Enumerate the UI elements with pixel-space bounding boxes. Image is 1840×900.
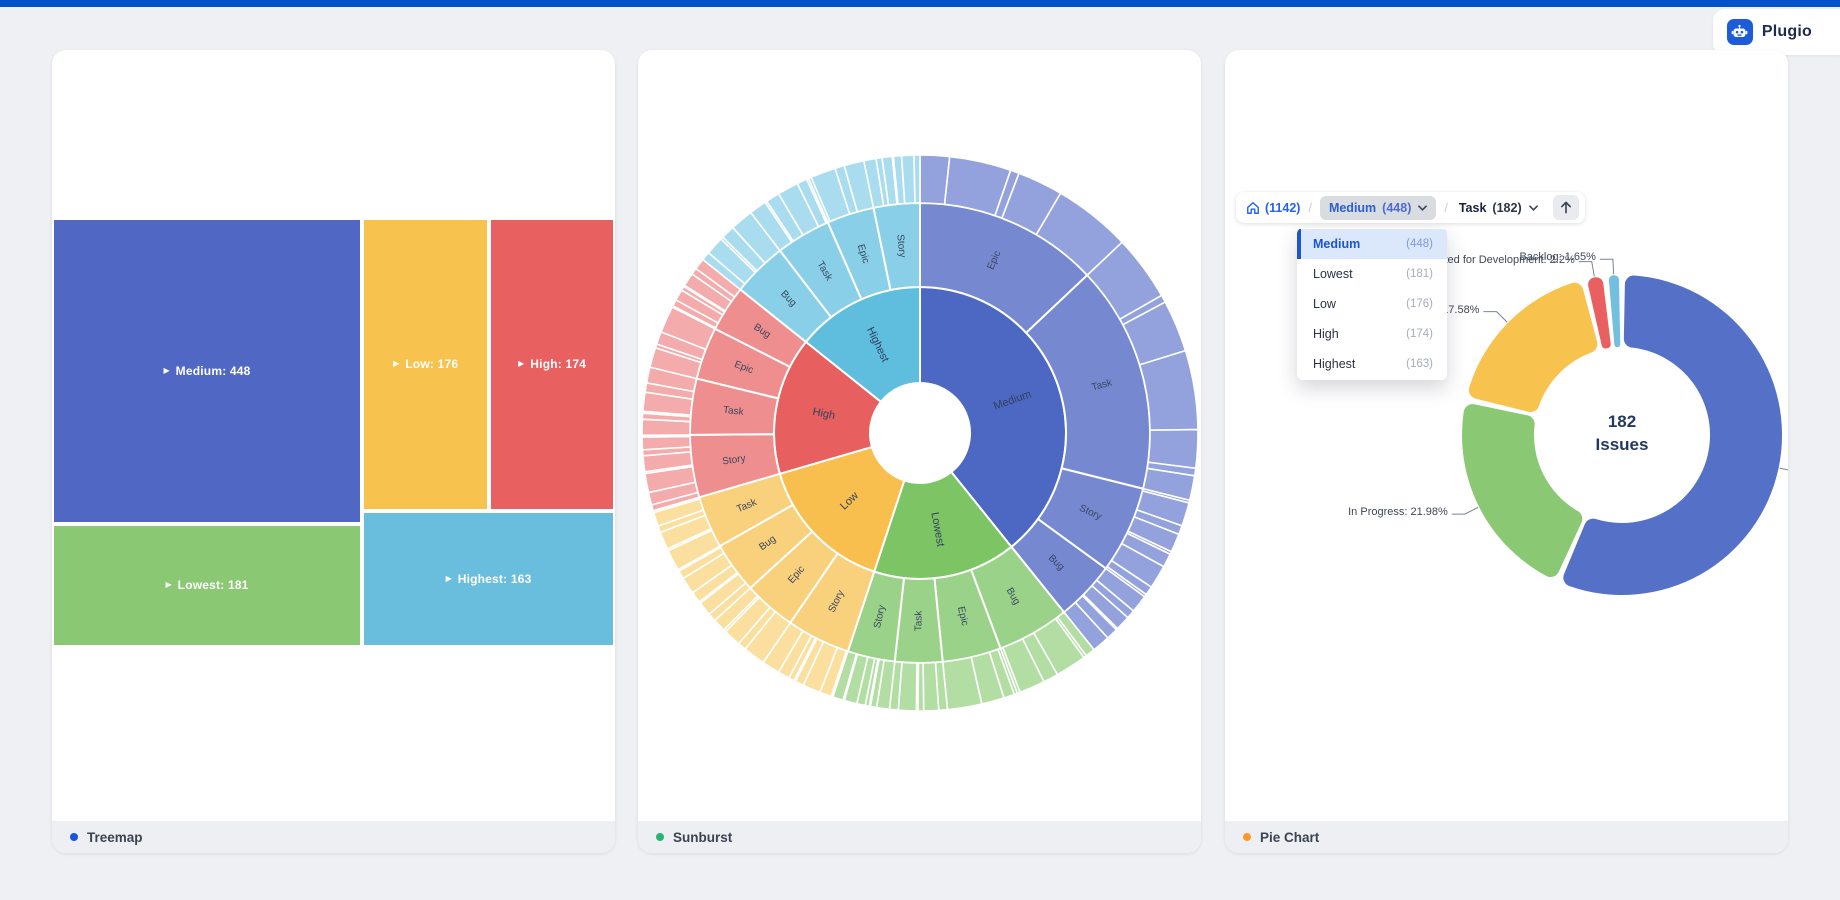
pie-slice-label: Backlog: 1.65% — [1519, 251, 1596, 264]
drill-up-button[interactable] — [1552, 195, 1579, 220]
pie-label-line — [1451, 506, 1479, 515]
chevron-down-icon — [1528, 204, 1538, 211]
breadcrumb-home[interactable]: (1142) — [1246, 201, 1300, 215]
sunburst-leaf[interactable] — [922, 661, 940, 712]
treemap-node-label: Lowest: 181 — [177, 578, 249, 593]
pie-card-footer: Pie Chart — [1225, 821, 1788, 853]
pie-card: 182 Issues To Do: 56.59%In Progress: 21.… — [1225, 50, 1788, 853]
pie-label-line — [1779, 467, 1788, 471]
pie-slice-done[interactable] — [1468, 282, 1598, 412]
sunburst-type-label: Task — [913, 610, 924, 632]
arrow-up-icon — [1560, 201, 1571, 214]
treemap-node-label: Low: 176 — [405, 357, 459, 372]
plugio-logo-icon — [1726, 19, 1753, 45]
pie-center-unit: Issues — [1595, 434, 1649, 454]
priority-dropdown: Medium (448) Lowest (181) Low (176) High (174) H… — [1297, 228, 1447, 380]
brand-badge[interactable]: Plugio — [1712, 9, 1840, 55]
treemap-legend-dot — [70, 833, 78, 841]
expand-arrow-icon: ▶ — [165, 580, 172, 590]
sunburst-legend-dot — [656, 833, 664, 841]
pie-chart — [1451, 258, 1788, 596]
breadcrumb-type-label: Task — [1458, 200, 1487, 215]
pie-label-line — [1599, 258, 1615, 275]
treemap-node-low[interactable]: ▶ Low: 176 — [364, 220, 488, 509]
treemap-card-footer: Treemap — [52, 821, 615, 853]
breadcrumb-type-count: (182) — [1492, 200, 1522, 215]
sunburst-leaf[interactable] — [900, 154, 916, 205]
expand-arrow-icon: ▶ — [445, 573, 452, 583]
treemap-card: ▶ Medium: 448 ▶ Low: 176 ▶ High: 174 ▶ Lowest: … — [52, 50, 615, 853]
pie-center-label: 182 Issues — [1542, 411, 1702, 457]
top-accent-bar — [0, 0, 1840, 7]
dropdown-item-count: (174) — [1406, 328, 1433, 340]
treemap-node-label: Medium: 448 — [175, 363, 251, 378]
breadcrumb-priority-dropdown-trigger[interactable]: Medium (448) — [1319, 195, 1437, 220]
breadcrumb-separator: / — [1444, 200, 1448, 215]
pie-label-line — [1483, 311, 1508, 323]
brand-name: Plugio — [1761, 23, 1812, 40]
dropdown-item-label: High — [1313, 327, 1339, 341]
dropdown-item-medium[interactable]: Medium (448) — [1297, 229, 1447, 259]
treemap-card-title: Treemap — [87, 829, 143, 845]
breadcrumb-priority-count: (448) — [1382, 200, 1412, 215]
pie-center-value: 182 — [1607, 412, 1637, 431]
dropdown-item-low[interactable]: Low (176) — [1297, 289, 1447, 319]
expand-arrow-icon: ▶ — [518, 359, 525, 369]
dropdown-item-label: Highest — [1313, 357, 1356, 371]
home-icon — [1247, 201, 1259, 214]
treemap-node-medium[interactable]: ▶ Medium: 448 — [54, 220, 361, 522]
pie-slice-backlog[interactable] — [1608, 275, 1621, 348]
treemap-node-highest[interactable]: ▶ Highest: 163 — [364, 512, 613, 645]
sunburst-card: Medium Epic Task Story Bug Lowest Bug Epic Task S… — [638, 50, 1201, 853]
treemap-node-lowest[interactable]: ▶ Lowest: 181 — [54, 525, 361, 645]
sunburst-leaf[interactable] — [913, 154, 921, 204]
dropdown-item-highest[interactable]: Highest (163) — [1297, 349, 1447, 379]
breadcrumb-type-dropdown-trigger[interactable]: Task (182) — [1456, 201, 1541, 215]
treemap-node-label: Highest: 163 — [457, 571, 532, 586]
dropdown-item-count: (163) — [1406, 358, 1433, 370]
pie-legend-dot — [1243, 833, 1251, 841]
sunburst-card-title: Sunburst — [673, 829, 733, 845]
treemap-node-label: High: 174 — [530, 357, 587, 372]
pie-slice-label: In Progress: 21.98% — [1348, 506, 1448, 519]
pie-card-title: Pie Chart — [1260, 829, 1320, 845]
treemap-chart: ▶ Medium: 448 ▶ Low: 176 ▶ High: 174 ▶ Lowest: … — [52, 218, 615, 647]
breadcrumb: (1142) / Medium (448) / Task (182) — [1236, 192, 1585, 223]
sunburst-card-footer: Sunburst — [638, 821, 1201, 853]
dropdown-item-count: (448) — [1406, 238, 1433, 250]
pie-label-line — [1578, 261, 1595, 277]
dropdown-item-label: Lowest — [1313, 267, 1353, 281]
breadcrumb-priority-label: Medium — [1328, 200, 1377, 215]
dropdown-item-count: (181) — [1406, 268, 1433, 280]
sunburst-chart: MediumEpicTaskStoryBugLowestBugEpicTaskS… — [641, 154, 1199, 712]
breadcrumb-separator: / — [1308, 200, 1312, 215]
breadcrumb-home-count: (1142) — [1265, 200, 1301, 215]
dropdown-item-high[interactable]: High (174) — [1297, 319, 1447, 349]
chevron-down-icon — [1418, 204, 1428, 211]
dropdown-item-count: (176) — [1406, 298, 1433, 310]
treemap-node-high[interactable]: ▶ High: 174 — [491, 220, 613, 509]
dropdown-item-label: Low — [1313, 297, 1336, 311]
dropdown-item-label: Medium — [1313, 237, 1361, 251]
sunburst-leaf[interactable] — [641, 435, 692, 451]
sunburst-type-label: Story — [894, 234, 907, 258]
expand-arrow-icon: ▶ — [393, 359, 400, 369]
dropdown-item-lowest[interactable]: Lowest (181) — [1297, 259, 1447, 289]
expand-arrow-icon: ▶ — [163, 365, 170, 375]
